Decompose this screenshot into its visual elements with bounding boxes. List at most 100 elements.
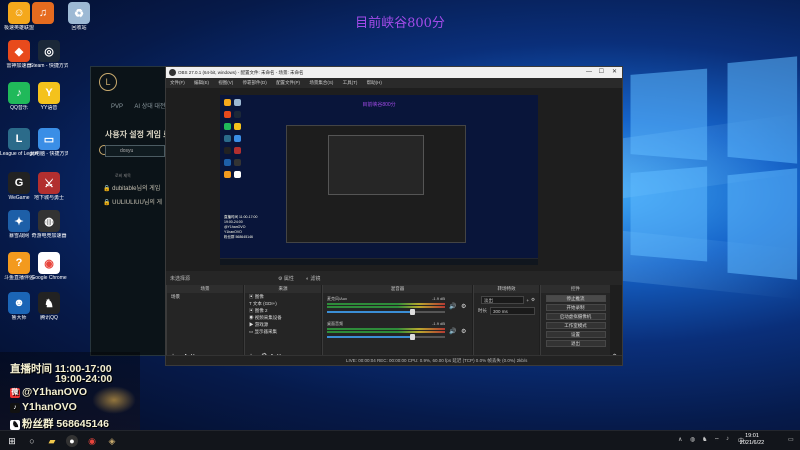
preview-desktop-icon [224,159,231,166]
menu-scene-collection[interactable]: 场景集合(S) [309,80,333,85]
explorer-icon[interactable]: ▰ [46,435,58,447]
properties-button[interactable]: ⚙ 属性 [278,275,294,282]
stop-streaming-button[interactable]: 停止推流 [545,295,606,302]
lobby-item-label: UULIULIUU님의 게 [112,200,163,206]
desktop-shortcut[interactable]: ◍ 奇游电竞加速器 [30,210,68,239]
source-item[interactable]: ▣ 图像 2 [245,307,321,314]
preview-desktop-icon [224,171,231,178]
desktop-shortcut[interactable]: ♻ 回收站 [60,2,98,31]
weibo-line: 微 @Y1hanOVO [10,386,87,398]
obs-window[interactable]: OBS 27.0.1 (64-bit, windows) - 配置文件: 未命名… [165,66,623,366]
transition-settings-icon[interactable]: ⚙ [531,297,535,303]
desktop-shortcut[interactable]: ♞ 腾讯QQ [30,292,68,321]
preview-stream-title: 目前峡谷800分 [362,102,396,108]
preview-desktop-icon [234,111,241,118]
duration-input[interactable]: 300 ms [490,307,535,315]
transition-add-icon[interactable]: + [526,298,529,303]
lobby-item[interactable]: 🔒 dubitable님의 게임 [103,183,160,192]
channel-settings-icon[interactable]: ⚙ [461,303,466,310]
preview-nested-obs-inner [328,135,424,195]
wifi-icon[interactable]: ⌔ [714,436,720,444]
minimize-icon[interactable]: — [586,67,592,78]
league-client-icon[interactable]: ◈ [106,435,118,447]
chrome-icon[interactable]: ◉ [86,435,98,447]
exit-button[interactable]: 退出 [545,340,606,347]
settings-button[interactable]: 设置 [545,331,606,338]
weibo-icon: 微 [10,388,20,398]
obs-icon[interactable]: ● [66,435,78,447]
preview-desktop-icon [224,147,231,154]
preview-desktop-icon [224,123,231,130]
lobby-search-input[interactable]: dosyu [105,145,165,157]
desktop-shortcut[interactable]: ⚔ 地下城与勇士 [30,172,68,201]
desktop-shortcut[interactable]: ♫ [24,2,62,25]
leishen-icon: ◆ [8,40,30,62]
menu-tools[interactable]: 工具(T) [343,80,358,85]
transition-type-select[interactable]: 淡出 [481,296,525,304]
tab-ai[interactable]: AI 상대 대전 [134,104,165,110]
volume-slider[interactable] [327,334,445,340]
maximize-icon[interactable]: ☐ [599,67,604,78]
taskbar-clock[interactable]: 19:01 2021/6/22 [732,433,772,447]
menu-file[interactable]: 文件(F) [170,80,185,85]
league-logo-icon: L [99,73,117,91]
studio-mode-button[interactable]: 工作室模式 [545,322,606,329]
close-icon[interactable]: ✕ [612,67,617,78]
menu-view[interactable]: 视图(V) [218,80,233,85]
page-title: 사용자 설정 게임 로 [105,130,171,139]
preview-desktop-icon [224,111,231,118]
desktop-shortcut[interactable]: ◎ Steam - 快捷方式 [30,40,68,69]
menu-profile[interactable]: 配置文件(P) [276,80,300,85]
lobby-item[interactable]: 🔒 UULIULIUU님의 게 [103,197,162,206]
controls-dock: 控件 停止推流 开始录制 启动虚拟摄像机 工作室模式 设置 退出 [540,285,610,363]
start-virtual-camera-button[interactable]: 启动虚拟摄像机 [545,313,606,320]
desktop-shortcut[interactable]: ◉ Google Chrome [30,252,68,281]
audio-meter [327,328,445,330]
mixer-dock: 混音器 麦克风/Aux -1.9 dB 🔊 ⚙ 桌面音频 -1.9 dB 🔊 ⚙ [322,285,472,363]
volume-slider[interactable] [327,309,445,315]
chrome-icon: ◉ [38,252,60,274]
schedule-label: 直播时间 [10,363,52,375]
channel-settings-icon[interactable]: ⚙ [461,328,466,335]
douyin-line: ♪ Y1hanOVO [10,401,77,413]
windows-taskbar: ⊞ ○ ▰ ● ◉ ◈ ∧ ◍ ♞ ⌔ ♪ 中 19:01 2021/6/22 … [0,430,800,450]
menu-docks[interactable]: 停靠部件(D) [243,80,267,85]
preview-desktop-icon [224,135,231,142]
source-item[interactable]: ▣ 图像 [245,293,321,300]
decorative-swirl [92,386,136,414]
obs-status-bar: LIVE: 00:00:04 REC: 00:00:00 CPU: 0.9%, … [166,355,622,365]
windows-logo-pane-2 [727,56,798,164]
search-icon[interactable]: ○ [26,435,38,447]
transition-type-row: 淡出 + ⚙ [474,293,539,304]
audio-meter [327,303,445,305]
qq-tray-icon[interactable]: ♞ [702,436,707,443]
filters-button[interactable]: ◐ 滤镜 [306,275,320,282]
scene-item[interactable]: 场景 [167,293,243,300]
preview-desktop-icon [234,99,241,106]
obs-menubar: 文件(F) 编辑(E) 视图(V) 停靠部件(D) 配置文件(P) 场景集合(S… [166,78,622,88]
desktop-shortcut-label: 回收站 [71,25,87,31]
network-icon[interactable]: ◍ [690,436,695,443]
speaker-icon[interactable]: 🔊 [449,303,456,310]
notification-icon[interactable]: ▭ [788,436,794,443]
obs-preview[interactable]: 目前峡谷800分 直播时间 11:00-17:00 19:00-24:00 @Y… [220,95,538,265]
source-item[interactable]: ▶ 游戏源 [245,321,321,328]
obs-titlebar[interactable]: OBS 27.0.1 (64-bit, windows) - 配置文件: 未命名… [166,67,622,78]
source-item[interactable]: ◉ 视频采集设备 [245,314,321,321]
source-item[interactable]: T 文本 (GDI+) [245,300,321,307]
qq-music-icon: ♪ [8,82,30,104]
desktop-shortcut-label: Google Chrome [31,275,67,281]
source-item[interactable]: ▭ 显示器采集 [245,328,321,335]
windows-start-icon[interactable]: ⊞ [6,435,18,447]
volume-icon[interactable]: ♪ [726,436,729,442]
menu-help[interactable]: 帮助(H) [367,80,382,85]
desktop-shortcut-label: 极速英雄联盟 [3,25,34,31]
tray-chevron-icon[interactable]: ∧ [678,436,682,443]
desktop-shortcut[interactable]: ▭ 此电脑 - 快捷方式 [30,128,68,157]
audio-meter [327,306,445,308]
tab-pvp[interactable]: PVP [111,104,123,110]
menu-edit[interactable]: 编辑(E) [194,80,209,85]
speaker-icon[interactable]: 🔊 [449,328,456,335]
start-recording-button[interactable]: 开始录制 [545,304,606,311]
desktop-shortcut[interactable]: Y YY语音 [30,82,68,111]
